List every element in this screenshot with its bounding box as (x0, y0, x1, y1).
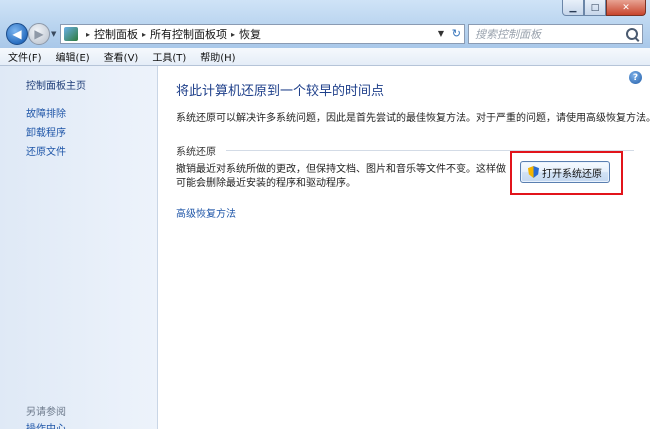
search-icon[interactable] (626, 28, 638, 40)
menu-edit[interactable]: 编辑(E) (48, 49, 96, 64)
address-bar[interactable]: ▸ 控制面板 ▸ 所有控制面板项 ▸ 恢复 ▼ ↻ (60, 24, 465, 44)
advanced-recovery-link[interactable]: 高级恢复方法 (176, 205, 236, 220)
page-description: 系统还原可以解决许多系统问题，因此是首先尝试的最佳恢复方法。对于严重的问题，请使… (176, 113, 650, 124)
breadcrumb-all-items[interactable]: 所有控制面板项 (150, 26, 227, 42)
title-bar: ▁ □ ✕ ◀ ▶ ▼ ▸ 控制面板 ▸ 所有控制面板项 ▸ 恢复 ▼ ↻ 搜索… (0, 0, 650, 48)
sidebar-item-troubleshooting[interactable]: 故障排除 (26, 105, 66, 120)
breadcrumb-separator[interactable]: ▸ (231, 30, 235, 39)
sidebar-item-restore-files[interactable]: 还原文件 (26, 143, 66, 158)
sidebar: 控制面板主页 故障排除 卸载程序 还原文件 另请参阅 操作中心 (0, 66, 158, 429)
sidebar-item-action-center[interactable]: 操作中心 (26, 420, 66, 429)
minimize-button[interactable]: ▁ (562, 0, 584, 16)
search-placeholder: 搜索控制面板 (475, 28, 541, 41)
window: ▁ □ ✕ ◀ ▶ ▼ ▸ 控制面板 ▸ 所有控制面板项 ▸ 恢复 ▼ ↻ 搜索… (0, 0, 650, 429)
breadcrumb-separator[interactable]: ▸ (142, 30, 146, 39)
address-dropdown-icon[interactable]: ▼ (438, 29, 444, 38)
main-content: ? 将此计算机还原到一个较早的时间点 系统还原可以解决许多系统问题，因此是首先尝… (158, 66, 650, 429)
forward-button[interactable]: ▶ (28, 23, 50, 45)
menu-file[interactable]: 文件(F) (0, 49, 48, 64)
back-button[interactable]: ◀ (6, 23, 28, 45)
breadcrumb-recovery[interactable]: 恢复 (239, 26, 261, 42)
back-arrow-icon: ◀ (12, 27, 22, 41)
page-title: 将此计算机还原到一个较早的时间点 (176, 84, 385, 99)
maximize-button[interactable]: □ (584, 0, 606, 16)
menu-bar: 文件(F) 编辑(E) 查看(V) 工具(T) 帮助(H) (0, 48, 650, 66)
breadcrumb-control-panel[interactable]: 控制面板 (94, 26, 138, 42)
control-panel-icon (64, 27, 78, 41)
close-button[interactable]: ✕ (606, 0, 646, 16)
open-system-restore-label: 打开系统还原 (542, 168, 602, 180)
uac-shield-icon (528, 166, 539, 178)
menu-view[interactable]: 查看(V) (96, 49, 145, 64)
help-icon[interactable]: ? (629, 71, 642, 84)
system-restore-description: 撤销最近对系统所做的更改，但保持文档、图片和音乐等文件不变。这样做可能会删除最近… (176, 164, 506, 189)
system-restore-heading: 系统还原 (176, 147, 216, 158)
sidebar-see-also-heading: 另请参阅 (26, 407, 66, 418)
menu-tools[interactable]: 工具(T) (144, 49, 192, 64)
refresh-icon[interactable]: ↻ (452, 27, 461, 40)
window-controls: ▁ □ ✕ (562, 0, 646, 17)
open-system-restore-button[interactable]: 打开系统还原 (520, 161, 610, 183)
breadcrumb-separator[interactable]: ▸ (86, 30, 90, 39)
sidebar-home-link[interactable]: 控制面板主页 (26, 77, 86, 92)
sidebar-item-uninstall[interactable]: 卸载程序 (26, 124, 66, 139)
menu-help[interactable]: 帮助(H) (192, 49, 241, 64)
search-input[interactable]: 搜索控制面板 (468, 24, 643, 44)
recent-pages-dropdown[interactable]: ▼ (51, 30, 56, 38)
forward-arrow-icon: ▶ (34, 27, 44, 41)
